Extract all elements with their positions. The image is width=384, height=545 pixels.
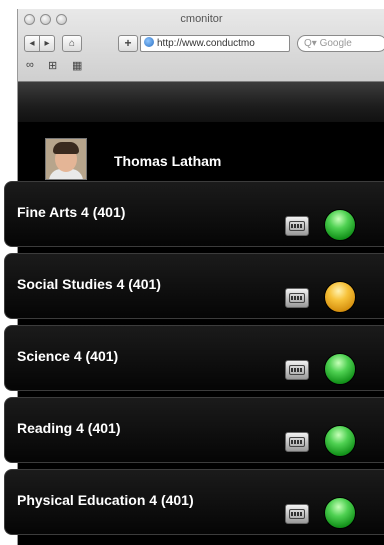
course-row[interactable]: Physical Education 4 (401): [4, 469, 384, 535]
status-light-icon[interactable]: [324, 353, 356, 385]
search-input[interactable]: Q▾ Google: [297, 35, 384, 52]
home-button[interactable]: ⌂: [62, 35, 82, 52]
course-name: Physical Education 4 (401): [17, 492, 194, 508]
browser-toolbar: ◂ ▸ ⌂ + http://www.conductmo Q▾ Google: [18, 33, 384, 57]
course-row[interactable]: Social Studies 4 (401): [4, 253, 384, 319]
bookmarks-icon[interactable]: ⊞: [48, 59, 57, 72]
top-sites-icon[interactable]: ▦: [72, 59, 82, 72]
clipboard-icon[interactable]: [285, 288, 309, 308]
status-light-icon[interactable]: [324, 209, 356, 241]
app-header-bar: [18, 82, 384, 123]
course-name: Fine Arts 4 (401): [17, 204, 126, 220]
course-row[interactable]: Fine Arts 4 (401): [4, 181, 384, 247]
globe-icon: [144, 37, 154, 47]
clipboard-icon[interactable]: [285, 216, 309, 236]
clipboard-icon[interactable]: [285, 432, 309, 452]
course-name: Reading 4 (401): [17, 420, 121, 436]
back-button[interactable]: ◂: [24, 35, 40, 52]
clipboard-icon[interactable]: [285, 504, 309, 524]
address-bar[interactable]: http://www.conductmo: [140, 35, 290, 52]
reader-icon[interactable]: ∞: [26, 59, 34, 71]
add-bookmark-button[interactable]: +: [118, 35, 138, 52]
course-name: Science 4 (401): [17, 348, 119, 364]
course-list: Fine Arts 4 (401) Social Studies 4 (401) S…: [4, 181, 384, 541]
status-light-icon[interactable]: [324, 497, 356, 529]
title-bar: cmonitor: [18, 9, 384, 31]
course-row[interactable]: Reading 4 (401): [4, 397, 384, 463]
browser-chrome: cmonitor ◂ ▸ ⌂ + http://www.conductmo Q▾…: [18, 9, 384, 82]
course-row[interactable]: Science 4 (401): [4, 325, 384, 391]
clipboard-icon[interactable]: [285, 360, 309, 380]
bookmarks-bar: ∞ ⊞ ▦: [18, 57, 384, 79]
avatar: [45, 138, 87, 180]
user-name: Thomas Latham: [114, 153, 222, 169]
status-light-icon[interactable]: [324, 425, 356, 457]
window-title: cmonitor: [180, 13, 223, 25]
forward-button[interactable]: ▸: [39, 35, 55, 52]
address-text: http://www.conductmo: [157, 38, 255, 49]
course-name: Social Studies 4 (401): [17, 276, 161, 292]
status-light-icon[interactable]: [324, 281, 356, 313]
